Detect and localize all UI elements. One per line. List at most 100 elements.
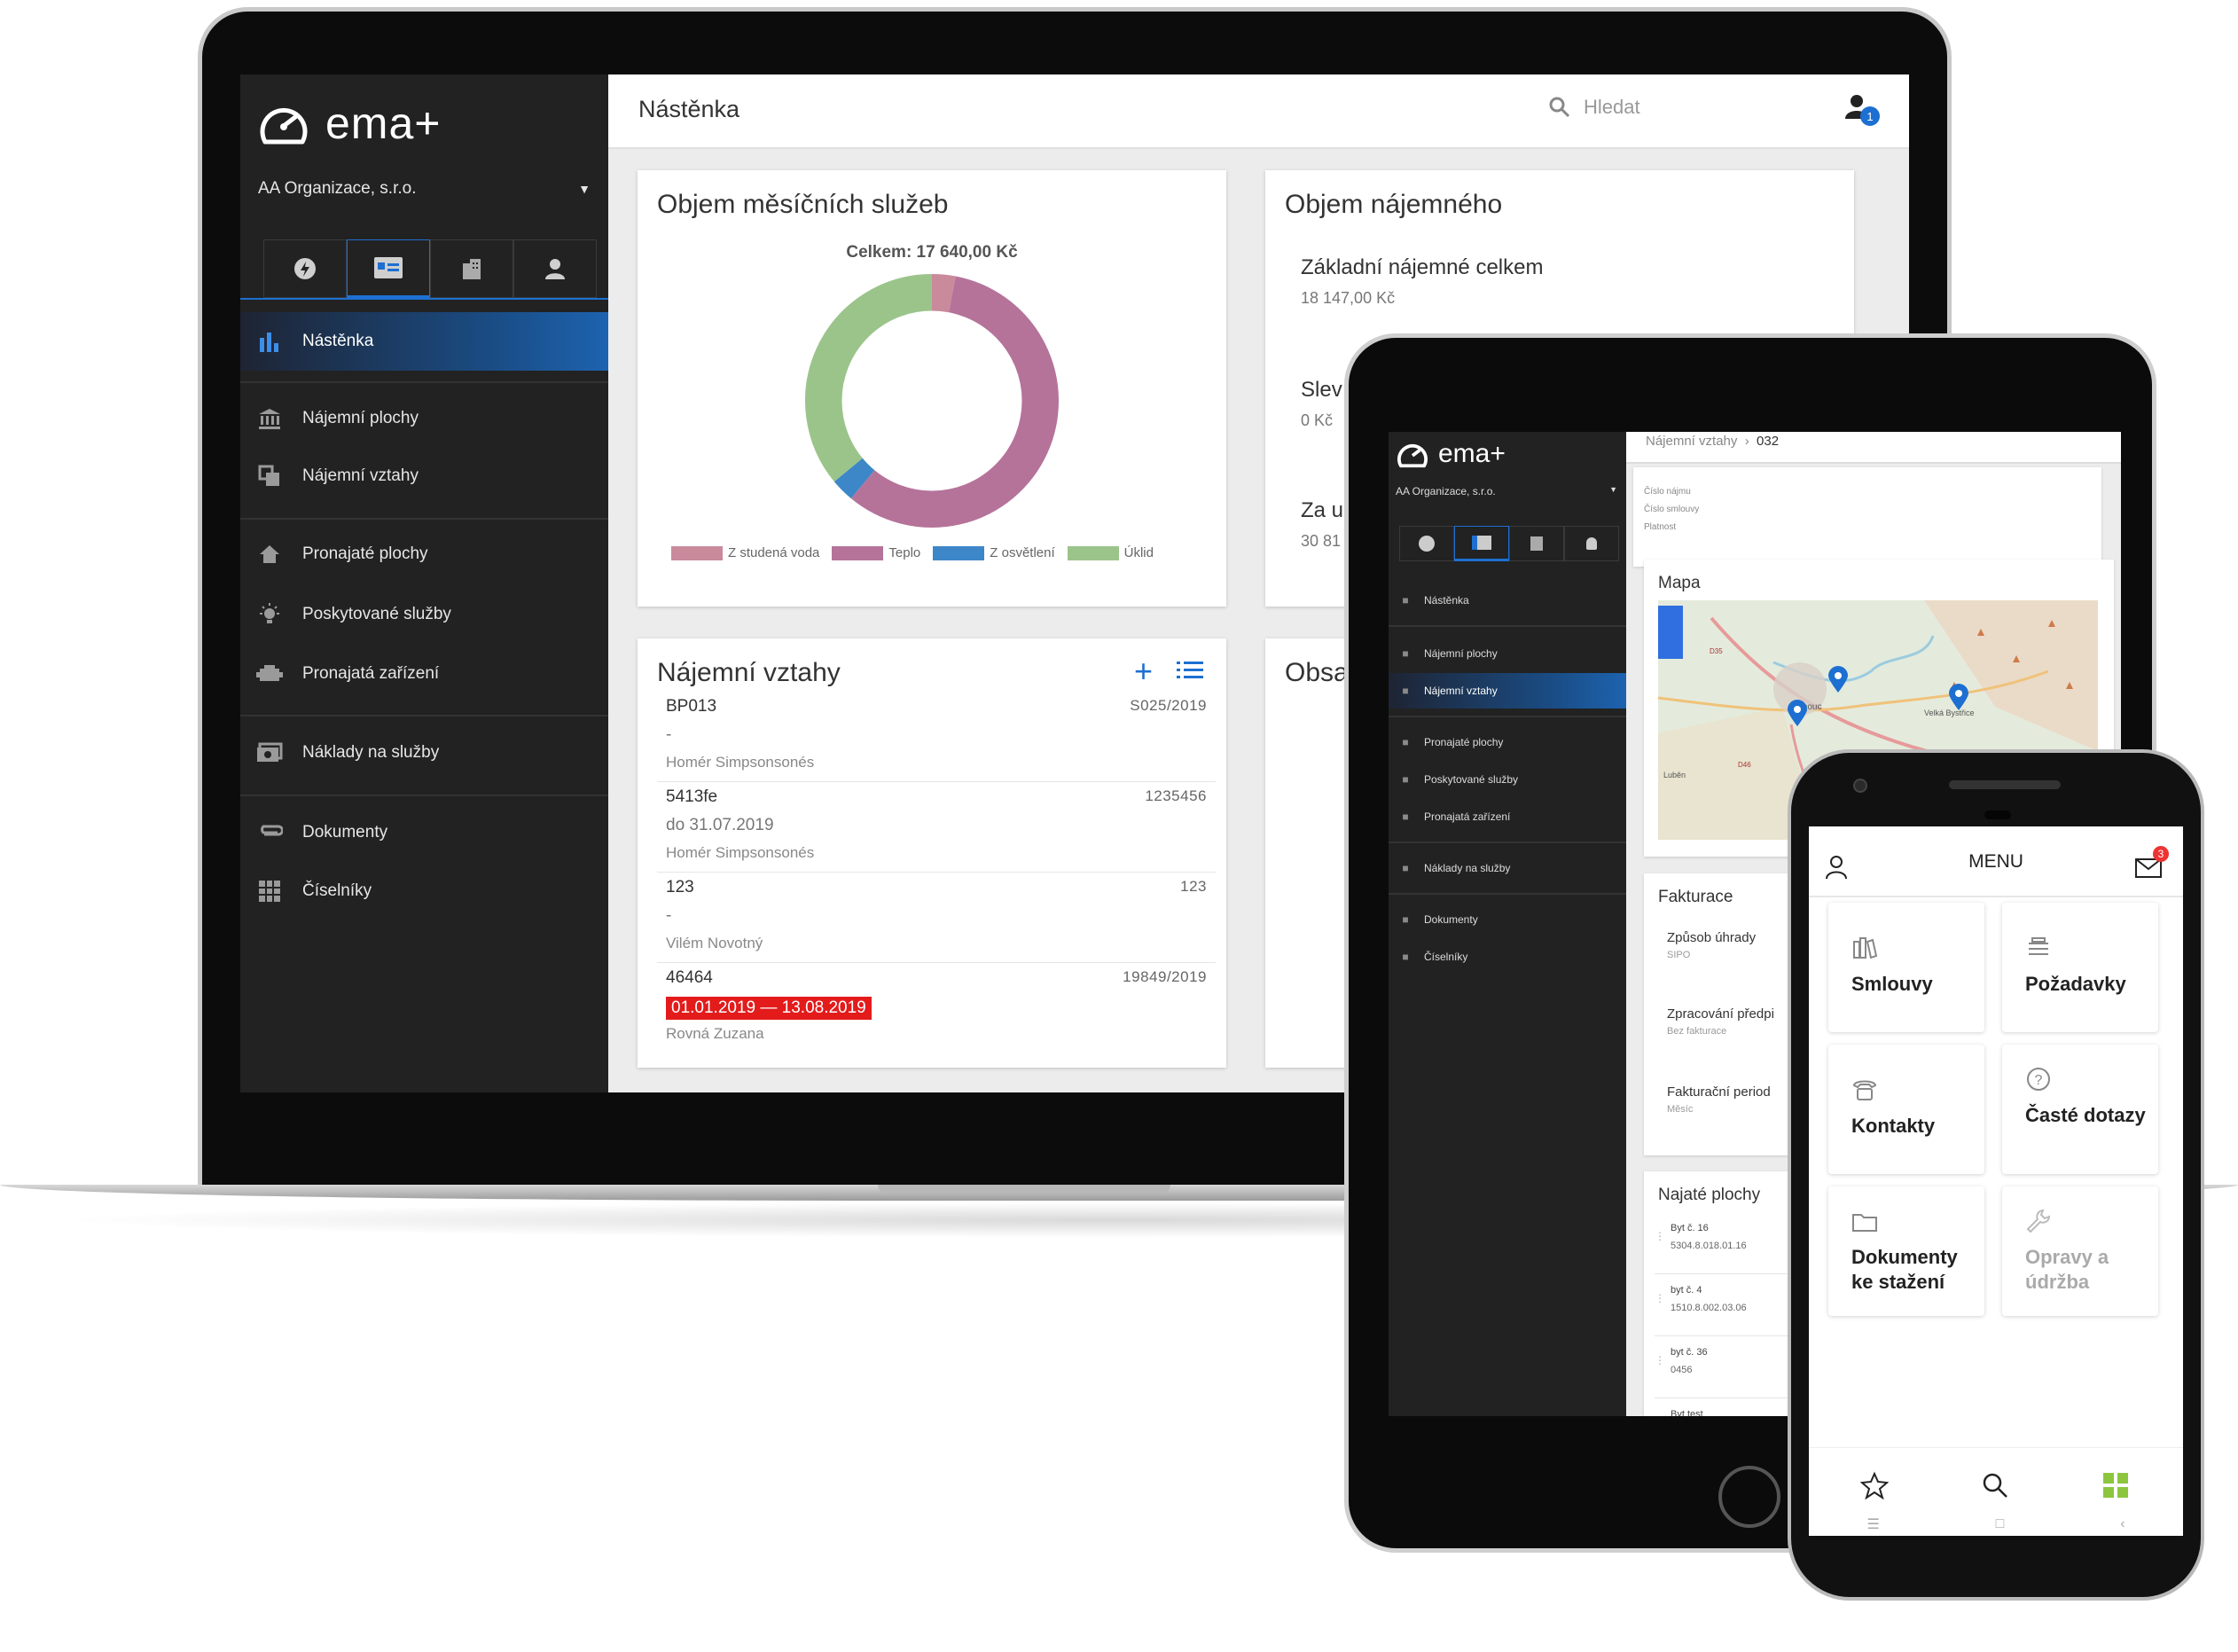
caret-down-icon: ▼ [1609,485,1617,494]
recent-apps-icon[interactable]: ☰ [1866,1515,1879,1533]
sidebar-item[interactable]: ■ Pronajaté plochy [1389,724,1626,760]
drag-handle-icon[interactable]: ⋮ [1655,1230,1665,1242]
tile-caste-dotazy[interactable]: ? Časté dotazy [2002,1045,2158,1174]
sidebar-item-poskytovane-sluzby[interactable]: Poskytované služby [240,585,608,644]
table-row[interactable]: 46464 19849/2019 01.01.2019 — 13.08.2019 Ro… [657,963,1216,1053]
organization-selector[interactable]: AA Organizace, s.r.o. ▼ [258,179,591,199]
sidebar-item[interactable]: ■ Nástěnka [1389,583,1626,618]
table-row[interactable]: 123 123 - Vilém Novotný [657,873,1216,963]
phone-bottom-nav: ☰ □ ‹ [1809,1447,2183,1536]
sidebar-item-pronajate-plochy[interactable]: Pronajaté plochy [240,525,608,583]
sidebar-item-dokumenty[interactable]: Dokumenty [240,803,608,862]
area-code: 5304.8.018.01.16 [1671,1241,1747,1251]
sidebar-item[interactable]: ■ Dokumenty [1389,902,1626,937]
sidebar-item[interactable]: ■ Náklady na služby [1389,850,1626,886]
donut-inner-ring [841,310,1022,491]
sidebar-item-label: Pronajaté plochy [302,544,428,563]
sidebar-item[interactable]: ■ Nájemní vztahy [1389,673,1626,709]
logo[interactable]: ema+ [258,98,441,149]
tab-buildings[interactable] [1509,526,1564,561]
legend-label: Z osvětlení [990,545,1055,560]
card-title: Najaté plochy [1658,1186,1761,1204]
sidebar-item[interactable]: ■ Číselníky [1389,939,1626,975]
map-label: Luběn [1663,771,1686,779]
breadcrumb-parent[interactable]: Nájemní vztahy [1646,434,1737,449]
area-name: byt č. 36 [1671,1347,1708,1358]
tile-smlouvy[interactable]: Smlouvy [1828,903,1984,1032]
donut-slice[interactable] [833,458,875,499]
table-icon: ■ [1402,951,1409,963]
legend-item[interactable]: Z osvětlení [933,545,1055,560]
breadcrumb: Nájemní vztahy › 032 [1626,432,2121,464]
tile-kontakty[interactable]: Kontakty [1828,1045,1984,1174]
sidebar-item-label: Poskytované služby [1424,773,1519,786]
tablet-logo[interactable]: ema+ [1396,439,1506,469]
area-name: Byt test [1671,1409,1703,1416]
table-row[interactable]: BP013 S025/2019 - Homér Simpsonsonés [657,692,1216,782]
organization-selector[interactable]: AA Organizace, s.r.o. ▼ [1396,485,1617,497]
donut-slice[interactable] [931,274,956,313]
search-icon[interactable] [1981,1471,2009,1499]
tab-person[interactable] [513,239,597,298]
laptop-notch [878,1185,1170,1194]
sidebar-item-nastenka[interactable]: Nástěnka [240,312,608,371]
chevron-right-icon: › [1741,434,1757,449]
tile-opravy[interactable]: Opravy a údržba [2002,1186,2158,1316]
tab-contacts[interactable] [347,239,430,298]
card-title: Objem měsíčních služeb [657,190,949,219]
add-button[interactable]: + [1134,653,1153,690]
tab-contacts[interactable] [1454,526,1509,561]
legend-item[interactable]: Z studená voda [671,545,819,560]
drag-handle-icon[interactable]: ⋮ [1655,1354,1665,1366]
sidebar-item-ciselniky[interactable]: Číselníky [240,862,608,920]
home-icon[interactable]: □ [1996,1516,2005,1532]
sidebar-item-najemni-vztahy[interactable]: Nájemní vztahy [240,447,608,505]
search-box[interactable]: Hledat [1548,96,1640,119]
tab-lightning[interactable] [263,239,347,298]
drag-handle-icon[interactable]: ⋮ [1655,1292,1665,1304]
map-pin-icon[interactable] [1949,684,1968,710]
tab-person[interactable] [1564,526,1619,561]
sidebar-item-label: Dokumenty [1424,913,1478,926]
android-nav-bar: ☰ □ ‹ [1809,1512,2183,1536]
search-icon [1549,97,1570,118]
back-icon[interactable]: ‹ [2120,1516,2125,1532]
tile-dokumenty[interactable]: Dokumenty ke stažení [1828,1186,1984,1316]
relation-number: 123 [1180,878,1207,895]
legend-item[interactable]: Teplo [832,545,920,560]
gauge-logo-icon [260,107,308,145]
legend-item[interactable]: Úklid [1067,545,1154,560]
sidebar-item-label: Pronajaté plochy [1424,736,1504,748]
tab-buildings[interactable] [430,239,513,298]
sidebar-item[interactable]: ■ Poskytované služby [1389,762,1626,797]
list-view-button[interactable] [1177,660,1203,685]
sidebar-item[interactable]: ■ Pronajatá zařízení [1389,799,1626,834]
relation-person: Vilém Novotný [666,935,763,951]
sidebar-item-naklady-na-sluzby[interactable]: Náklady na služby [240,724,608,782]
table-row[interactable]: 5413fe 1235456 do 31.07.2019 Homér Simpsons… [657,782,1216,873]
sidebar-item[interactable]: ■ Nájemní plochy [1389,636,1626,671]
card-title: Objem nájemného [1285,190,1503,219]
sidebar-item-label: Nástěnka [302,332,374,350]
wrench-icon [2026,1209,2051,1233]
tile-pozadavky[interactable]: Požadavky [2002,903,2158,1032]
sidebar-item-pronajata-zarizeni[interactable]: Pronajatá zařízení [240,645,608,703]
user-menu-button[interactable]: 1 [1844,92,1880,127]
donut-slice[interactable] [850,276,1059,528]
relation-number: 1235456 [1145,787,1207,804]
billing-field-label: Zpracování předpi [1667,1006,1774,1022]
sidebar-item-label: Poskytované služby [302,605,451,623]
map-label: D46 [1738,761,1751,769]
id-card-icon [374,257,403,278]
question-icon: ? [2027,1068,2050,1091]
sidebar-divider [240,381,608,383]
sidebar-item-najemni-plochy[interactable]: Nájemní plochy [240,389,608,448]
map-pin-icon[interactable] [1788,700,1807,726]
donut-slice[interactable] [805,274,933,482]
star-icon[interactable] [1860,1471,1889,1499]
tab-lightning[interactable] [1399,526,1454,561]
grid-icon[interactable] [2101,1471,2130,1499]
relation-person: Rovná Zuzana [666,1025,764,1042]
map-pin-icon[interactable] [1828,666,1848,693]
area-name: Byt č. 16 [1671,1223,1709,1233]
